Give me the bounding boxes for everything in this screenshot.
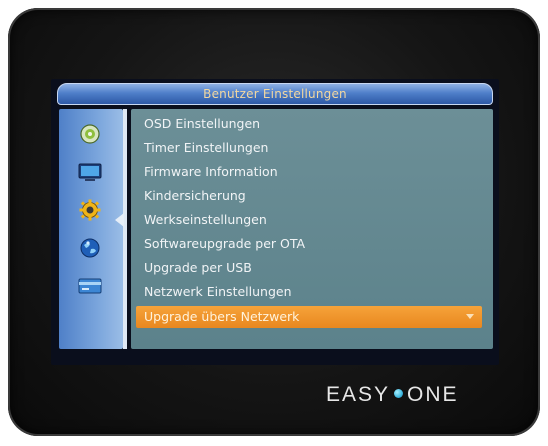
gear-icon[interactable] — [77, 199, 103, 221]
menu-item-softwareupgrade-ota[interactable]: Softwareupgrade per OTA — [136, 233, 482, 255]
tv-screen: Benutzer Einstellungen OSD Einstellungen… — [51, 79, 499, 365]
menu-panel: OSD Einstellungen Timer Einstellungen Fi… — [131, 109, 493, 349]
sidebar — [59, 109, 127, 349]
menu-item-firmware-information[interactable]: Firmware Information — [136, 161, 482, 183]
menu-item-timer-einstellungen[interactable]: Timer Einstellungen — [136, 137, 482, 159]
menu-item-upgrade-netzwerk[interactable]: Upgrade übers Netzwerk — [136, 306, 482, 328]
menu-item-kindersicherung[interactable]: Kindersicherung — [136, 185, 482, 207]
menu-item-label: Upgrade übers Netzwerk — [144, 309, 300, 324]
active-section-pointer — [115, 213, 124, 227]
menu-item-osd-einstellungen[interactable]: OSD Einstellungen — [136, 113, 482, 135]
chevron-down-icon — [466, 314, 474, 319]
brand-text-right: ONE — [407, 383, 459, 406]
title-bar: Benutzer Einstellungen — [57, 83, 493, 105]
globe-icon[interactable] — [77, 237, 103, 259]
brand-logo: EASY ONE — [326, 378, 486, 412]
brand-dot-icon — [394, 389, 404, 399]
brand-text-left: EASY — [326, 383, 391, 406]
menu-item-upgrade-usb[interactable]: Upgrade per USB — [136, 257, 482, 279]
menu-item-werkseinstellungen[interactable]: Werkseinstellungen — [136, 209, 482, 231]
sidebar-divider — [123, 109, 127, 349]
card-icon[interactable] — [77, 275, 103, 297]
menu-item-netzwerk-einstellungen[interactable]: Netzwerk Einstellungen — [136, 281, 482, 303]
tv-screen-icon[interactable] — [77, 161, 103, 183]
disc-icon[interactable] — [77, 123, 103, 145]
window-title: Benutzer Einstellungen — [203, 87, 347, 101]
